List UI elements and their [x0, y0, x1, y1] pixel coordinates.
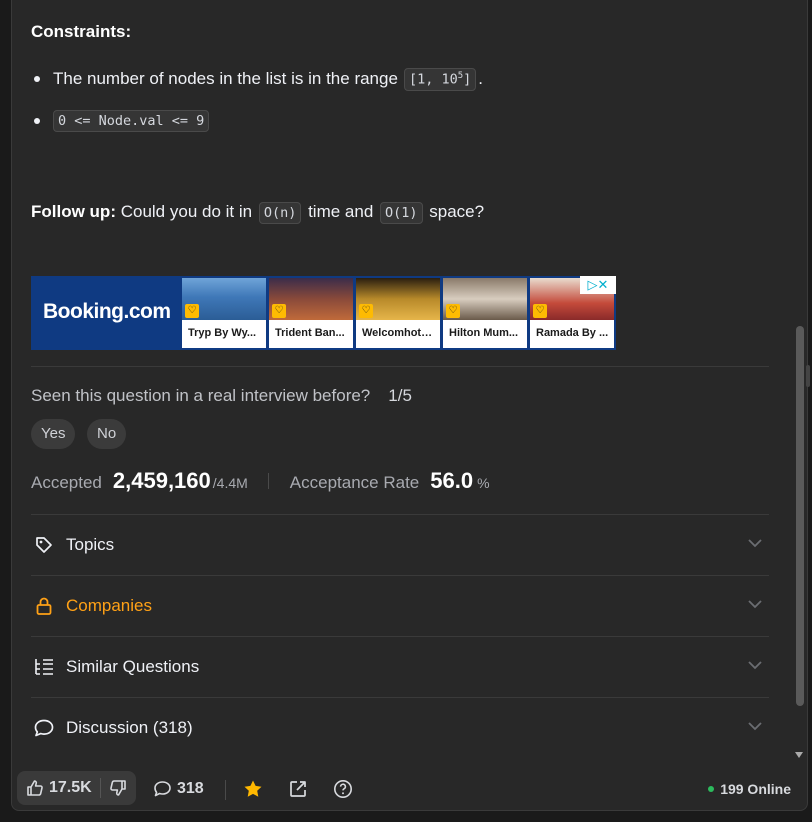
chevron-down-icon [747, 718, 763, 739]
constraint-code: 0 <= Node.val <= 9 [53, 110, 210, 132]
no-button[interactable]: No [87, 419, 127, 449]
stats-separator [267, 473, 269, 489]
similar-questions-section[interactable]: Similar Questions [31, 637, 769, 697]
hotel-name: Ramada By ... [536, 327, 609, 339]
online-dot [708, 786, 715, 792]
hotel-name: Welcomhote... [362, 327, 436, 339]
star-icon [243, 779, 263, 799]
ad-hotel-card[interactable]: ♡ Tryp By Wy... [182, 278, 266, 348]
booking-logo: Booking.com [43, 300, 171, 323]
topics-label: Topics [66, 535, 115, 554]
heart-icon[interactable]: ♡ [272, 304, 286, 318]
comments-button[interactable]: 318 [153, 780, 204, 798]
follow-up-label: Follow up: [31, 202, 116, 221]
rate-value: 56.0 [430, 468, 474, 493]
ad-hotel-card[interactable]: ♡ Welcomhote... [356, 278, 440, 348]
online-indicator: 199 Online [708, 781, 791, 797]
comment-count: 318 [177, 780, 204, 797]
topics-section[interactable]: Topics [31, 515, 769, 575]
constraint-text: The number of nodes in the list is in th… [53, 69, 398, 89]
constraint-item: 0 <= Node.val <= 9 [31, 110, 211, 132]
hotel-name: Hilton Mum... [449, 327, 519, 339]
heart-icon[interactable]: ♡ [359, 304, 373, 318]
hotel-name: Tryp By Wy... [188, 327, 257, 339]
discussion-section[interactable]: Discussion (318) [31, 698, 769, 758]
interview-ratio: 1/5 [388, 386, 412, 405]
follow-up: Follow up: Could you do it in O(n) time … [31, 202, 485, 224]
scrollbar-thumb[interactable] [796, 326, 804, 706]
external-link-icon [288, 779, 308, 799]
list-tree-icon [32, 655, 56, 679]
constraints-heading: Constraints: [31, 22, 132, 41]
acceptance-stats: Accepted 2,459,160 /4.4M Acceptance Rate… [31, 468, 490, 494]
bullet-dot [34, 118, 40, 124]
companies-label: Companies [66, 596, 152, 615]
bottom-toolbar: 17.5K 318 199 Online [12, 769, 807, 810]
discussion-label: Discussion (318) [66, 718, 193, 737]
tag-icon [32, 533, 56, 557]
help-button[interactable] [333, 779, 353, 799]
ad-close-icon[interactable]: ▷✕ [580, 276, 616, 294]
thumbs-up-icon [26, 779, 44, 797]
similar-questions-label: Similar Questions [66, 657, 200, 676]
constraint-period: . [478, 69, 484, 89]
chevron-down-icon [747, 657, 763, 678]
rate-label: Acceptance Rate [289, 473, 420, 492]
accepted-total: /4.4M [212, 475, 248, 491]
upvote-button[interactable]: 17.5K [17, 779, 100, 797]
online-count: 199 Online [720, 781, 791, 797]
follow-up-text: space? [429, 202, 485, 221]
constraint-item: The number of nodes in the list is in th… [31, 68, 483, 91]
follow-up-code: O(1) [380, 202, 423, 224]
chevron-down-icon [747, 535, 763, 556]
constraint-code: [1, 105] [403, 68, 477, 91]
thumbs-down-icon [109, 779, 127, 797]
downvote-button[interactable] [101, 779, 136, 797]
divider [31, 366, 769, 367]
follow-up-text: time and [308, 202, 374, 221]
interview-question: Seen this question in a real interview b… [31, 386, 412, 406]
follow-up-text: Could you do it in [120, 202, 253, 221]
hotel-name: Trident Ban... [275, 327, 345, 339]
accepted-label: Accepted [31, 473, 102, 492]
bullet-dot [34, 76, 40, 83]
rate-unit: % [477, 475, 490, 491]
vote-group: 17.5K [17, 771, 136, 805]
heart-icon[interactable]: ♡ [533, 304, 547, 318]
accepted-value: 2,459,160 [112, 468, 211, 493]
code-text-end: ] [463, 71, 472, 88]
scroll-down-arrow[interactable] [795, 752, 803, 758]
ad-hotel-card[interactable]: ♡ Hilton Mum... [443, 278, 527, 348]
chat-bubble-icon [32, 716, 56, 740]
question-circle-icon [333, 779, 353, 799]
share-button[interactable] [288, 779, 308, 799]
booking-ad-banner[interactable]: Booking.com ♡ Tryp By Wy... ♡ Trident Ba… [31, 276, 616, 350]
like-count: 17.5K [49, 779, 92, 796]
toolbar-separator [225, 780, 226, 800]
heart-icon[interactable]: ♡ [185, 304, 199, 318]
favorite-button[interactable] [243, 779, 263, 799]
heart-icon[interactable]: ♡ [446, 304, 460, 318]
ad-hotel-card[interactable]: ♡ Trident Ban... [269, 278, 353, 348]
interview-question-text: Seen this question in a real interview b… [31, 386, 371, 405]
comment-icon [153, 780, 172, 798]
description-panel: Constraints: The number of nodes in the … [11, 0, 808, 811]
lock-icon [32, 594, 56, 618]
follow-up-code: O(n) [258, 202, 302, 224]
companies-section[interactable]: Companies [31, 576, 769, 636]
chevron-down-icon [747, 596, 763, 617]
yes-button[interactable]: Yes [31, 419, 76, 449]
code-text: [1, 10 [408, 71, 458, 88]
panel-resize-handle[interactable] [806, 365, 810, 387]
